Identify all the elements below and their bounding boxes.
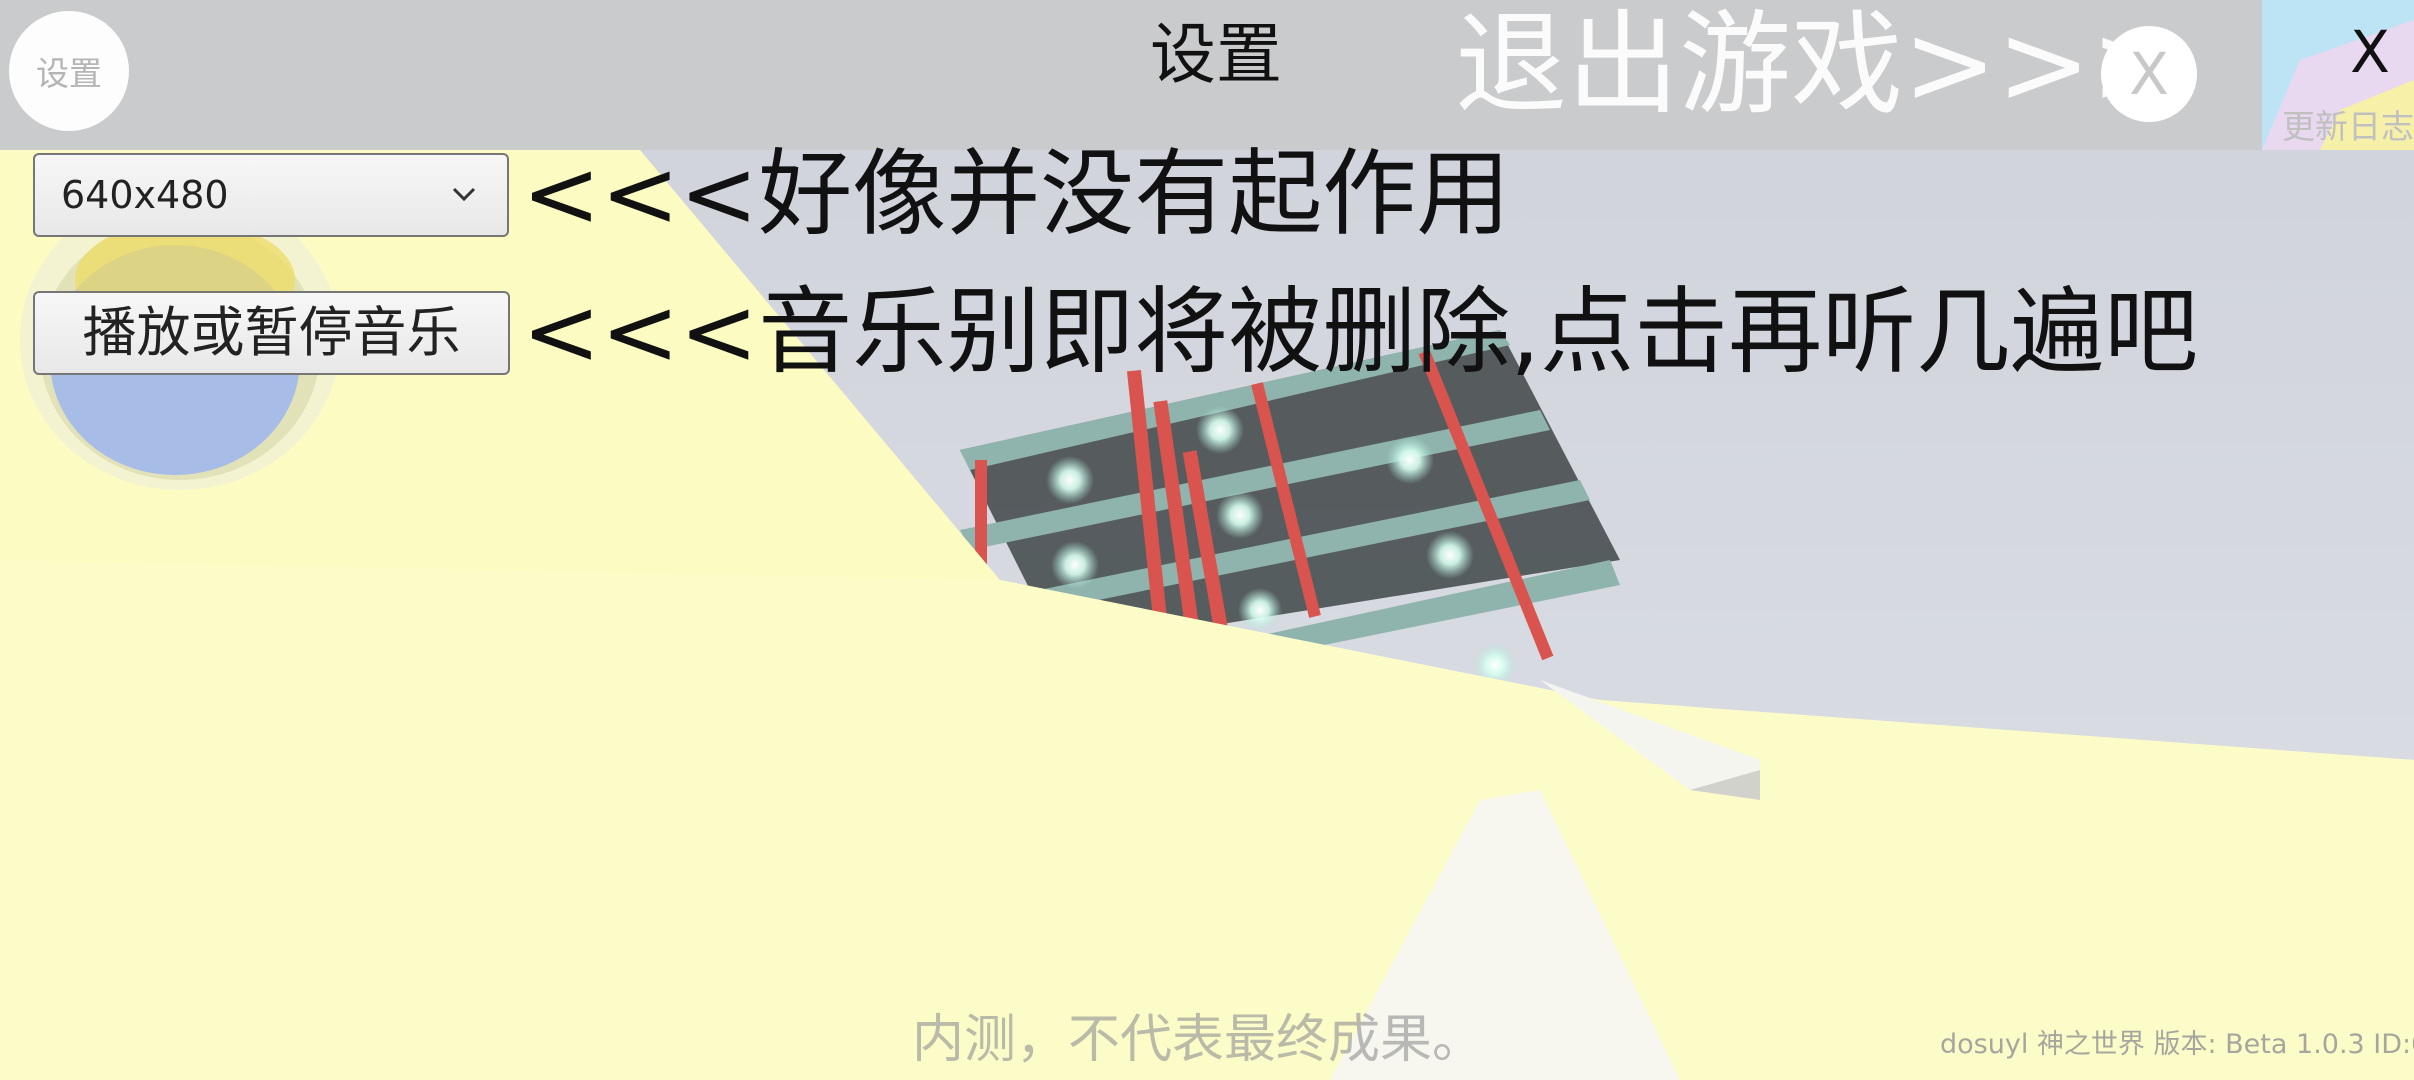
changelog-link[interactable]: 更新日志 [2264,104,2414,150]
settings-toggle-button[interactable]: 设置 [9,11,129,131]
resolution-select[interactable]: 640x480 [33,153,509,237]
close-icon: X [2129,40,2169,108]
resolution-note: <<<好像并没有起作用 [522,140,1511,249]
music-note: <<<音乐别即将被删除,点击再听几遍吧 [522,278,2199,387]
close-circle-button[interactable]: X [2101,26,2197,122]
resolution-select-value: 640x480 [61,173,229,217]
settings-toggle-label: 设置 [36,54,102,93]
chevron-down-icon [452,187,476,202]
version-info: dosuyl 神之世界 版本: Beta 1.0.3 ID:0 [1940,1029,2414,1060]
close-button[interactable]: X [2340,12,2400,92]
exit-game-link[interactable]: 退出游戏>>> [1455,0,2185,130]
toggle-music-button[interactable]: 播放或暂停音乐 [33,291,510,375]
page-title: 设置 [1150,16,1282,93]
beta-notice: 内测，不代表最终成果。 [912,1010,1485,1070]
